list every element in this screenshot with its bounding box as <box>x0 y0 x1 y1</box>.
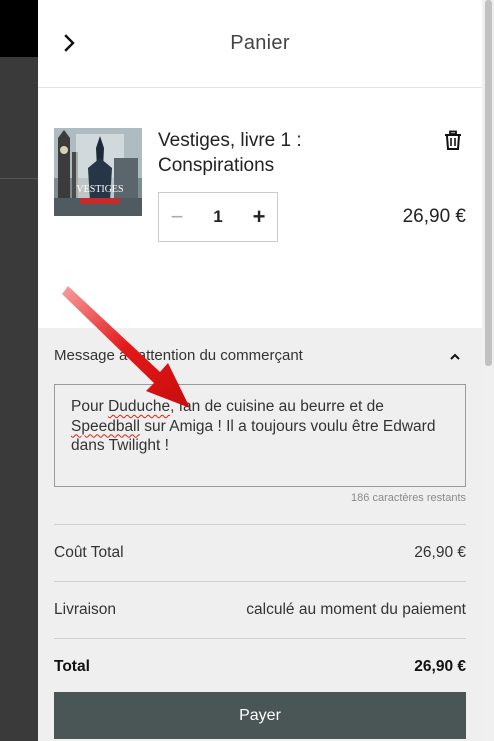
book-cover-text: VESTIGES <box>76 184 123 195</box>
scrollbar-thumb[interactable] <box>485 0 492 366</box>
background-header <box>0 0 38 57</box>
background-page <box>0 0 38 741</box>
quantity-value[interactable]: 1 <box>195 207 241 227</box>
chevron-up-icon <box>450 353 460 360</box>
shipping-row: Livraison calculé au moment du paiement <box>54 581 466 637</box>
total-value: 26,90 € <box>414 657 466 675</box>
cart-footer: Message à l'attention du commerçant Pour… <box>38 328 482 741</box>
note-text-part: Speedball <box>71 417 140 435</box>
total-row: Total 26,90 € <box>54 638 466 694</box>
subtotal-label: Coût Total <box>54 543 124 561</box>
total-label: Total <box>54 657 90 675</box>
background-divider <box>0 178 38 179</box>
decrease-quantity-button[interactable]: − <box>159 193 195 241</box>
cart-item: VESTIGES Vestiges, livre 1 : Conspiratio… <box>38 88 482 328</box>
note-toggle[interactable]: Message à l'attention du commerçant <box>54 346 466 368</box>
characters-remaining: 186 caractères restants <box>351 492 466 504</box>
note-text-part: , fan de cuisine au beurre et de <box>170 398 384 415</box>
trash-icon <box>445 130 461 150</box>
note-text-part: Duduche <box>108 398 171 415</box>
remove-item-button[interactable] <box>443 130 463 152</box>
cart-title: Panier <box>230 32 290 54</box>
increase-quantity-button[interactable]: + <box>241 193 277 241</box>
note-label: Message à l'attention du commerçant <box>54 347 303 364</box>
cart-header: Panier <box>38 0 482 88</box>
book-cover-image[interactable]: VESTIGES <box>54 128 142 216</box>
pay-button[interactable]: Payer <box>54 692 466 739</box>
note-textarea[interactable]: Pour Duduche, fan de cuisine au beurre e… <box>54 384 466 487</box>
item-price: 26,90 € <box>402 206 466 227</box>
quantity-stepper: − 1 + <box>158 192 278 242</box>
item-title[interactable]: Vestiges, livre 1 : Conspirations <box>158 128 408 178</box>
subtotal-row: Coût Total 26,90 € <box>54 524 466 580</box>
cart-drawer: Panier VESTIGES Vestiges, livre 1 : Cons… <box>38 0 482 741</box>
subtotal-value: 26,90 € <box>414 543 466 561</box>
shipping-value: calculé au moment du paiement <box>246 600 466 618</box>
note-text-part: Pour <box>71 398 109 415</box>
shipping-label: Livraison <box>54 600 117 618</box>
scrollbar[interactable] <box>482 0 494 741</box>
